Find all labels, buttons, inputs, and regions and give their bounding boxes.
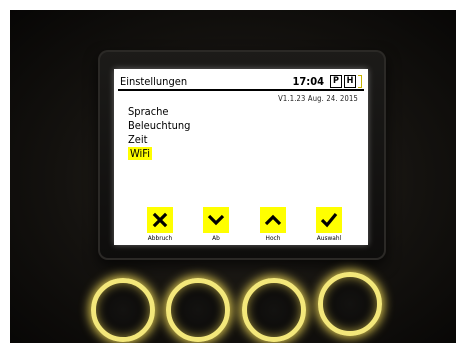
menu-item-label: Beleuchtung	[128, 119, 191, 132]
softkey-label: Ab	[212, 234, 220, 242]
menu-item-wifi[interactable]: WiFi	[128, 147, 190, 161]
lcd-screen: Einstellungen 17:04 P H V1.1.23 Aug. 24.…	[114, 69, 368, 245]
menu-item-beleuchtung[interactable]: Beleuchtung	[128, 119, 190, 133]
screen-title: Einstellungen	[120, 74, 188, 88]
softkey-label: Hoch	[265, 234, 281, 242]
menu-item-zeit[interactable]: Zeit	[128, 133, 190, 147]
version-info: V1.1.23 Aug. 24. 2015	[278, 94, 358, 103]
softkey-ab[interactable]: Ab	[194, 207, 238, 242]
hardware-button-1[interactable]	[91, 278, 155, 342]
device-photo: Einstellungen 17:04 P H V1.1.23 Aug. 24.…	[10, 10, 456, 343]
softkey-hoch[interactable]: Hoch	[251, 207, 295, 242]
softkey-label: Auswahl	[316, 234, 342, 242]
hardware-button-3[interactable]	[242, 278, 306, 342]
clock: 17:04	[292, 74, 324, 88]
status-area: 17:04 P H	[292, 74, 362, 88]
screen-header: Einstellungen 17:04 P H	[118, 73, 364, 91]
softkey-bar: Abbruch Ab Hoch Auswahl	[114, 207, 368, 245]
menu-item-label: Sprache	[128, 105, 169, 118]
mode-p-badge: P	[330, 74, 342, 88]
menu-item-label: WiFi	[128, 147, 152, 160]
close-icon	[147, 207, 173, 233]
softkey-auswahl[interactable]: Auswahl	[307, 207, 351, 242]
menu-item-sprache[interactable]: Sprache	[128, 105, 190, 119]
settings-menu: Sprache Beleuchtung Zeit WiFi	[128, 105, 190, 161]
softkey-abbruch[interactable]: Abbruch	[138, 207, 182, 242]
softkey-label: Abbruch	[147, 234, 173, 242]
chevron-up-icon	[260, 207, 286, 233]
chevron-down-icon	[203, 207, 229, 233]
check-icon	[316, 207, 342, 233]
hardware-button-2[interactable]	[166, 278, 230, 342]
hardware-button-4[interactable]	[318, 272, 382, 336]
mode-h-badge: H	[344, 74, 356, 88]
menu-item-label: Zeit	[128, 133, 148, 146]
mode-extra-badge	[358, 74, 362, 88]
